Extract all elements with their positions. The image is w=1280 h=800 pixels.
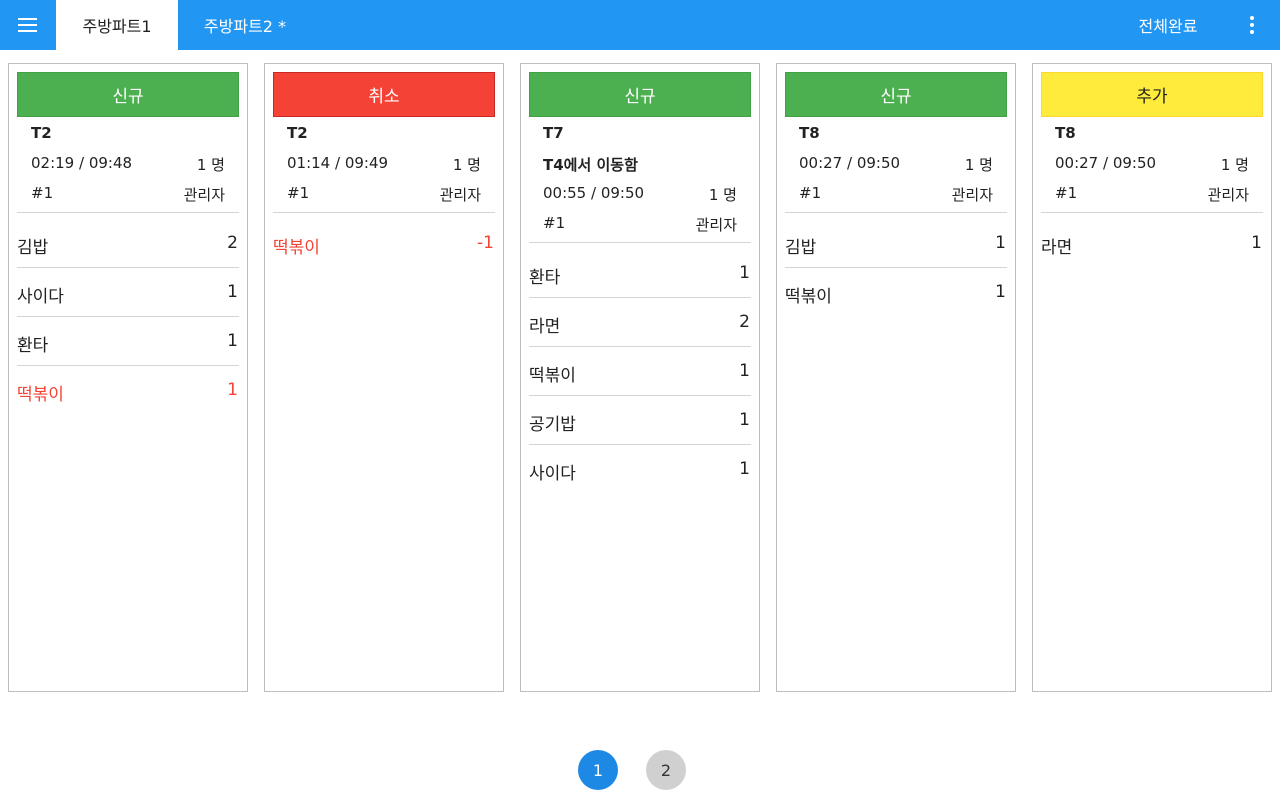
order-item[interactable]: 떡볶이 1 — [529, 347, 751, 396]
order-card: 신규 T8 00:27 / 09:50 1 명 #1 관리자 김밥 1 떡볶이 1 — [776, 63, 1016, 692]
order-item[interactable]: 떡볶이 1 — [785, 268, 1007, 317]
order-number: #1 — [31, 184, 54, 202]
item-name: 떡볶이 — [529, 366, 576, 386]
item-name: 환타 — [529, 268, 561, 288]
order-time: 01:14 / 09:49 — [287, 154, 389, 172]
order-items: 김밥 2 사이다 1 환타 1 떡볶이 1 — [17, 219, 239, 415]
item-qty: 1 — [227, 380, 238, 400]
order-item-cancelled[interactable]: 떡볶이 -1 — [273, 219, 495, 268]
order-item[interactable]: 사이다 1 — [17, 268, 239, 317]
people-count: 1 명 — [708, 186, 737, 204]
item-qty: 1 — [227, 282, 238, 302]
table-number: T2 — [31, 124, 52, 142]
item-name: 떡볶이 — [785, 287, 832, 307]
divider — [17, 207, 239, 213]
top-app-bar: 주방파트1 주방파트2 * 전체완료 — [0, 0, 1280, 50]
table-number: T7 — [543, 124, 564, 142]
order-item-cancelled[interactable]: 떡볶이 1 — [17, 366, 239, 415]
divider — [785, 207, 1007, 213]
order-status-badge[interactable]: 신규 — [785, 72, 1007, 117]
table-moved-note: T4에서 이동함 — [543, 156, 638, 174]
order-time: 00:27 / 09:50 — [1055, 154, 1157, 172]
order-info: T8 00:27 / 09:50 1 명 #1 관리자 — [785, 117, 1007, 213]
order-status-badge[interactable]: 추가 — [1041, 72, 1263, 117]
divider — [1041, 207, 1263, 213]
table-number: T8 — [1055, 124, 1076, 142]
order-status-badge[interactable]: 신규 — [529, 72, 751, 117]
order-info: T2 02:19 / 09:48 1 명 #1 관리자 — [17, 117, 239, 213]
item-qty: 1 — [739, 410, 750, 430]
people-count: 1 명 — [196, 156, 225, 174]
table-number: T8 — [799, 124, 820, 142]
staff-name: 관리자 — [695, 216, 737, 234]
item-name: 사이다 — [17, 287, 64, 307]
order-number: #1 — [543, 214, 566, 232]
page-1-button[interactable]: 1 — [578, 750, 618, 790]
order-item[interactable]: 사이다 1 — [529, 445, 751, 494]
item-name: 환타 — [17, 336, 49, 356]
item-name: 공기밥 — [529, 415, 576, 435]
people-count: 1 명 — [1220, 156, 1249, 174]
item-name: 김밥 — [785, 238, 817, 258]
order-item[interactable]: 김밥 1 — [785, 219, 1007, 268]
order-item[interactable]: 김밥 2 — [17, 219, 239, 268]
item-qty: 1 — [739, 459, 750, 479]
order-card: 추가 T8 00:27 / 09:50 1 명 #1 관리자 라면 1 — [1032, 63, 1272, 692]
order-item[interactable]: 환타 1 — [17, 317, 239, 366]
page-2-button[interactable]: 2 — [646, 750, 686, 790]
item-name: 떡볶이 — [17, 385, 64, 405]
order-status-badge[interactable]: 취소 — [273, 72, 495, 117]
order-time: 02:19 / 09:48 — [31, 154, 133, 172]
order-number: #1 — [1055, 184, 1078, 202]
tab-kitchen-part-2[interactable]: 주방파트2 * — [178, 0, 312, 50]
item-qty: 1 — [739, 263, 750, 283]
order-time: 00:55 / 09:50 — [543, 184, 645, 202]
staff-name: 관리자 — [439, 186, 481, 204]
order-time: 00:27 / 09:50 — [799, 154, 901, 172]
divider — [529, 237, 751, 243]
order-items: 김밥 1 떡볶이 1 — [785, 219, 1007, 317]
item-name: 라면 — [1041, 238, 1073, 258]
order-number: #1 — [799, 184, 822, 202]
item-qty: 2 — [227, 233, 238, 253]
divider — [273, 207, 495, 213]
order-info: T8 00:27 / 09:50 1 명 #1 관리자 — [1041, 117, 1263, 213]
item-name: 떡볶이 — [273, 238, 320, 258]
order-info: T7 T4에서 이동함 00:55 / 09:50 1 명 #1 관리자 — [529, 117, 751, 243]
hamburger-menu-icon[interactable] — [8, 5, 48, 45]
item-name: 라면 — [529, 317, 561, 337]
order-item[interactable]: 라면 2 — [529, 298, 751, 347]
item-qty: 1 — [227, 331, 238, 351]
staff-name: 관리자 — [951, 186, 993, 204]
more-vert-icon[interactable] — [1236, 5, 1266, 45]
order-status-badge[interactable]: 신규 — [17, 72, 239, 117]
people-count: 1 명 — [964, 156, 993, 174]
item-qty: 1 — [995, 233, 1006, 253]
order-info: T2 01:14 / 09:49 1 명 #1 관리자 — [273, 117, 495, 213]
complete-all-button[interactable]: 전체완료 — [1120, 0, 1216, 50]
order-items: 떡볶이 -1 — [273, 219, 495, 268]
order-card: 취소 T2 01:14 / 09:49 1 명 #1 관리자 떡볶이 -1 — [264, 63, 504, 692]
item-name: 사이다 — [529, 464, 576, 484]
item-qty: 1 — [1251, 233, 1262, 253]
item-qty: 1 — [739, 361, 750, 381]
tab-kitchen-part-1[interactable]: 주방파트1 — [56, 0, 178, 50]
order-card: 신규 T2 02:19 / 09:48 1 명 #1 관리자 김밥 2 사이다 1 환타… — [8, 63, 248, 692]
order-number: #1 — [287, 184, 310, 202]
order-items: 환타 1 라면 2 떡볶이 1 공기밥 1 사이다 1 — [529, 249, 751, 494]
table-number: T2 — [287, 124, 308, 142]
item-qty: -1 — [477, 233, 494, 253]
item-qty: 2 — [739, 312, 750, 332]
order-item[interactable]: 라면 1 — [1041, 219, 1263, 268]
order-card: 신규 T7 T4에서 이동함 00:55 / 09:50 1 명 #1 관리자 환타… — [520, 63, 760, 692]
people-count: 1 명 — [452, 156, 481, 174]
item-name: 김밥 — [17, 238, 49, 258]
item-qty: 1 — [995, 282, 1006, 302]
staff-name: 관리자 — [183, 186, 225, 204]
order-item[interactable]: 공기밥 1 — [529, 396, 751, 445]
order-items: 라면 1 — [1041, 219, 1263, 268]
order-item[interactable]: 환타 1 — [529, 249, 751, 298]
staff-name: 관리자 — [1207, 186, 1249, 204]
